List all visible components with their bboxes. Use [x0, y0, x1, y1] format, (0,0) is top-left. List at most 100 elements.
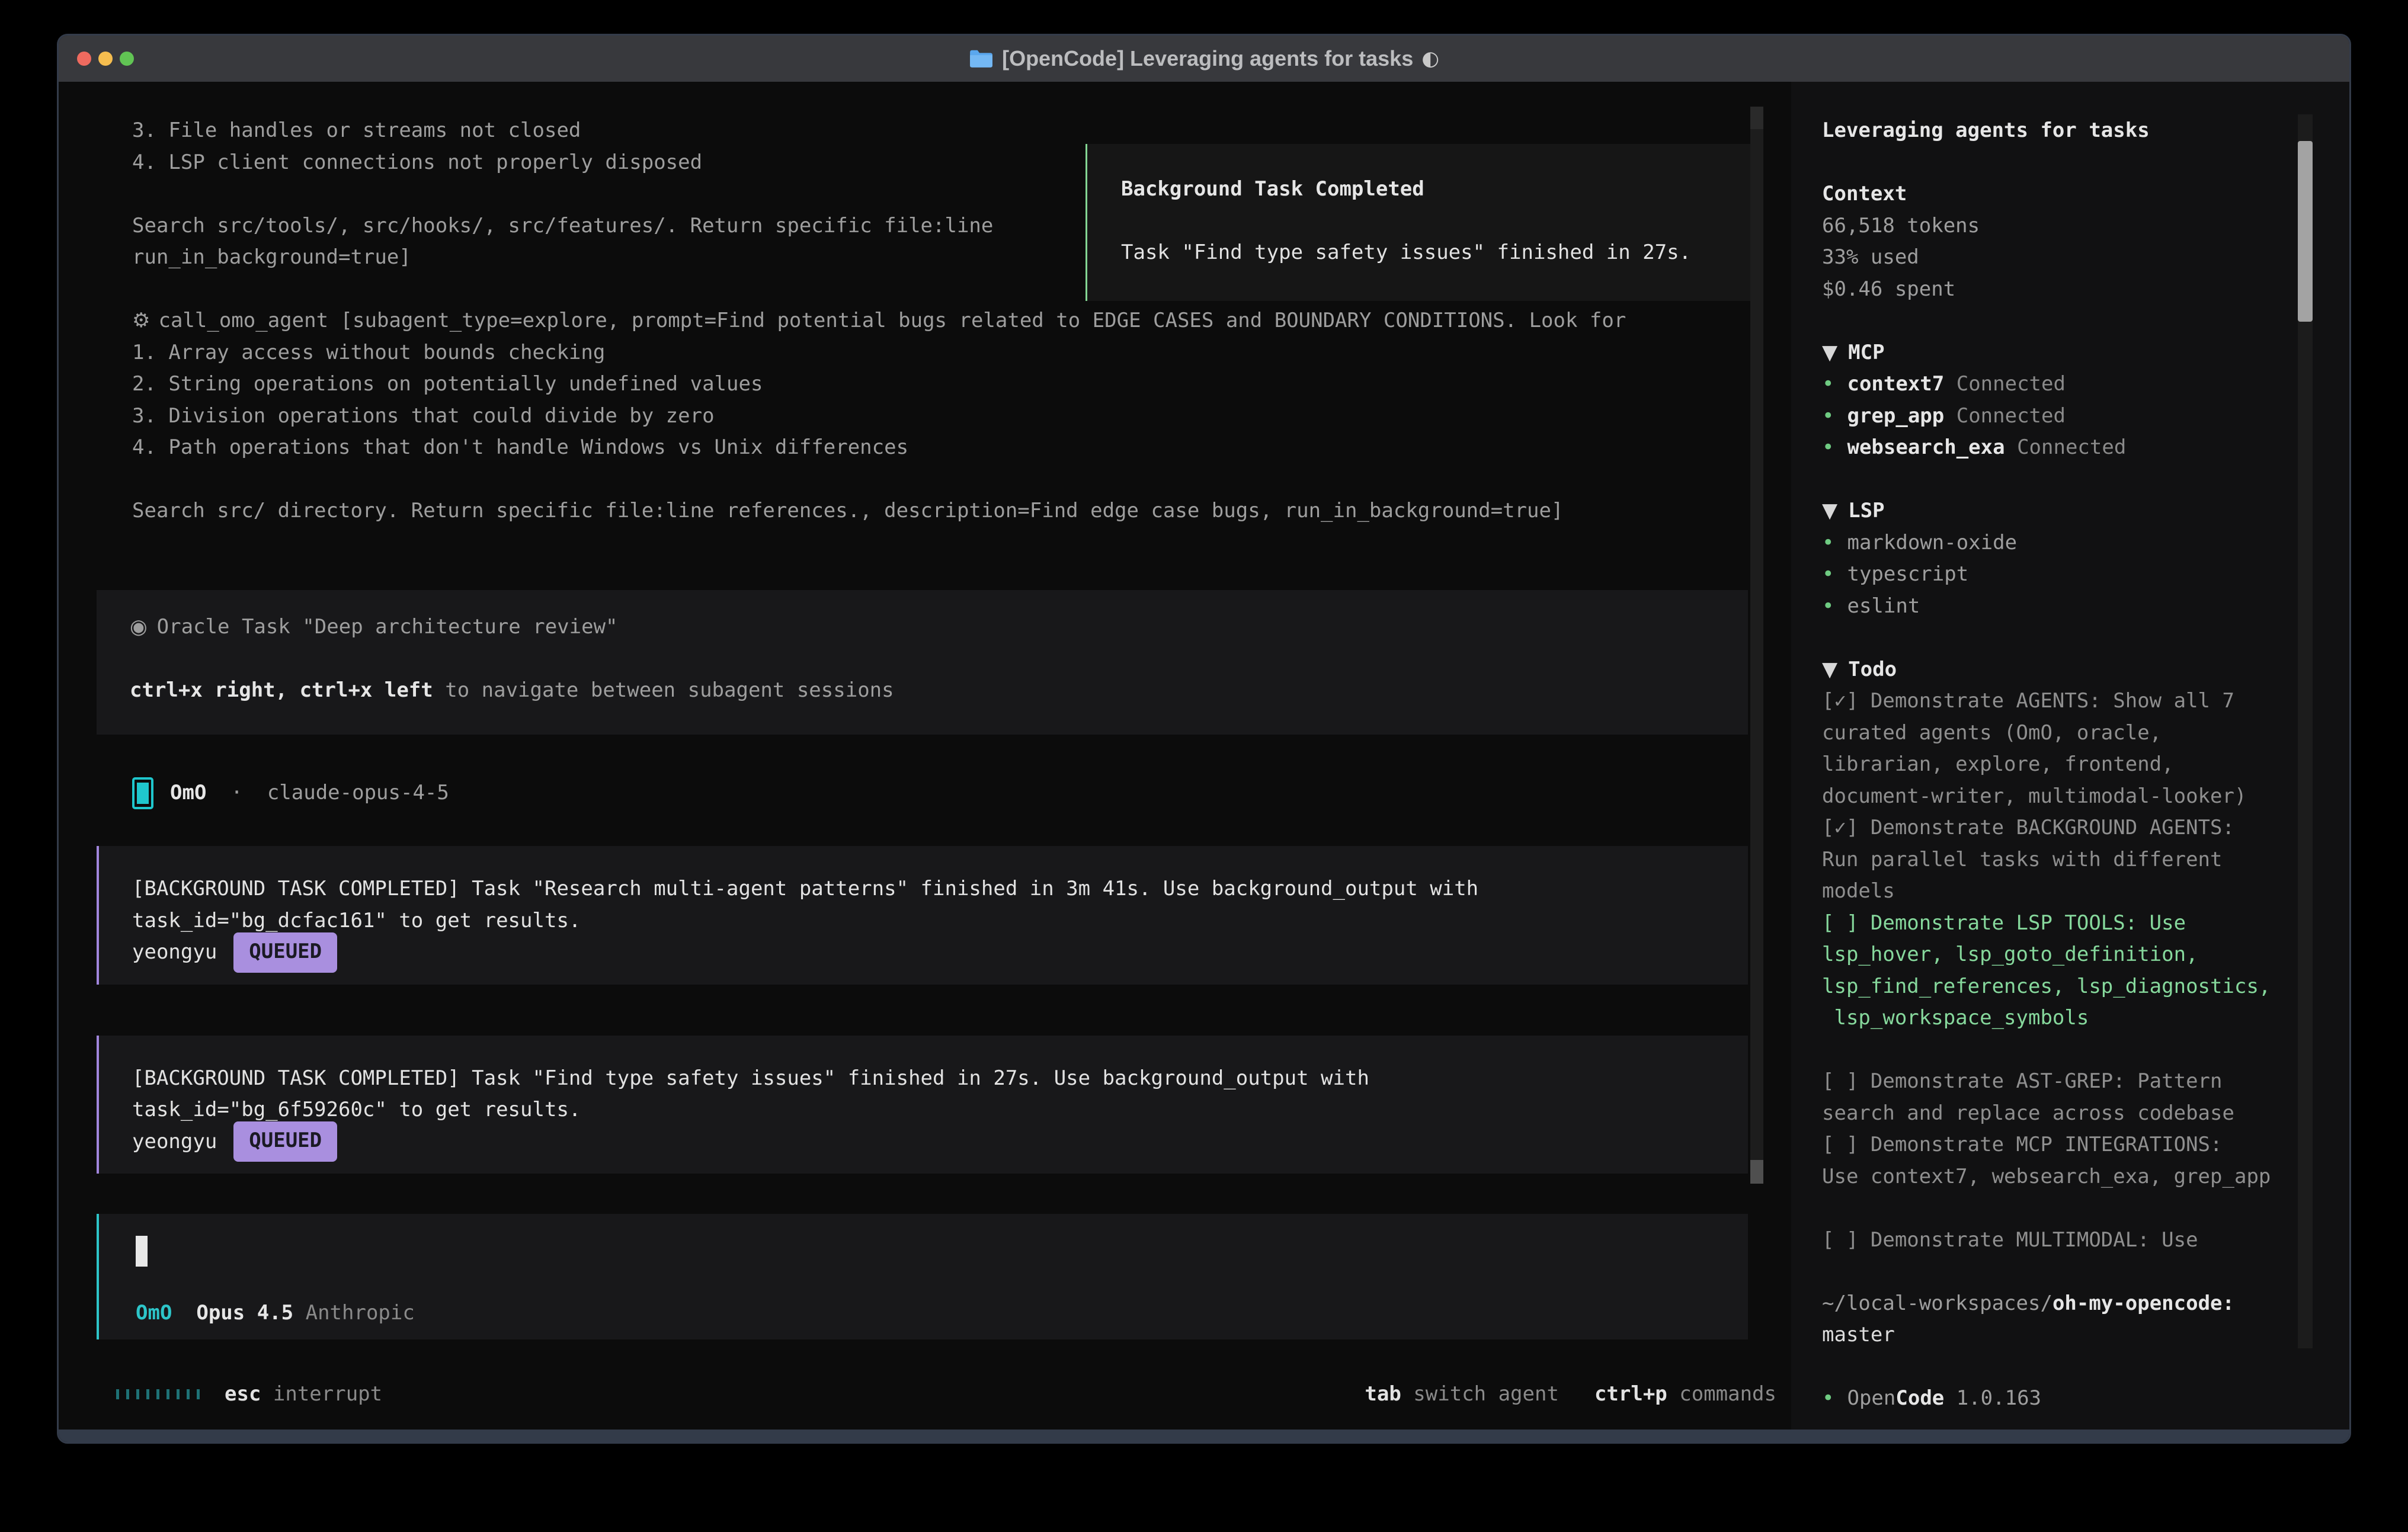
agent-separator: · — [206, 777, 267, 809]
agent-header: OmO · claude-opus-4-5 — [132, 777, 1791, 809]
context-used: 33% used — [1822, 242, 2349, 274]
ctrlp-key-hint: ctrl+p — [1594, 1382, 1667, 1406]
message-text: [BACKGROUND TASK COMPLETED] Task "Find t… — [132, 1063, 1715, 1095]
todo-item-line: librarian, explore, frontend, — [1822, 749, 2349, 781]
blank-line — [1822, 464, 2349, 496]
close-window-button[interactable] — [77, 52, 91, 66]
blank-line — [1822, 305, 2349, 337]
session-state-icon: ◐ — [1421, 47, 1439, 70]
background-task-message: [BACKGROUND TASK COMPLETED] Task "Resear… — [97, 846, 1748, 985]
tool-call-line: ⚙call_omo_agent [subagent_type=explore, … — [132, 305, 1791, 337]
sidebar-scrollbar-thumb[interactable] — [2298, 141, 2313, 322]
workspace-branch: master — [1822, 1319, 2349, 1351]
status-dot-icon: • — [1822, 404, 1834, 428]
sidebar-scrollbar[interactable] — [2298, 114, 2313, 1348]
minimize-window-button[interactable] — [98, 52, 113, 66]
blank-line — [130, 643, 1715, 675]
chevron-down-icon: ▼ — [1822, 499, 1837, 523]
window-bottom-frame — [59, 1430, 2349, 1442]
status-dot-icon: • — [1822, 372, 1834, 396]
todo-item-line: [ ] Demonstrate LSP TOOLS: Use — [1822, 908, 2349, 940]
mcp-item: •grep_app Connected — [1822, 400, 2349, 432]
notification-title: Background Task Completed — [1121, 174, 1759, 206]
lsp-item: •typescript — [1822, 559, 2349, 591]
terminal-line: 4. Path operations that don't handle Win… — [132, 432, 1791, 464]
oracle-task-icon: ◉ — [130, 615, 148, 639]
todo-item-line: [ ] Demonstrate AST-GREP: Pattern — [1822, 1066, 2349, 1098]
tab-key-hint: tab — [1365, 1382, 1401, 1406]
subagent-nav-hint: ctrl+x right, ctrl+x left to navigate be… — [130, 675, 1715, 707]
workspace-path: ~/local-workspaces/oh-my-opencode: — [1822, 1288, 2349, 1320]
lsp-item: •markdown-oxide — [1822, 527, 2349, 559]
terminal-line: 2. String operations on potentially unde… — [132, 368, 1791, 400]
todo-item-line: search and replace across codebase — [1822, 1098, 2349, 1130]
background-task-notification: Background Task Completed Task "Find typ… — [1085, 144, 1761, 301]
todo-item-line: Run parallel tasks with different — [1822, 844, 2349, 876]
message-text: task_id="bg_dcfac161" to get results. — [132, 905, 1715, 937]
chevron-down-icon: ▼ — [1822, 341, 1837, 364]
status-dot-icon: • — [1822, 594, 1834, 618]
lsp-section-header[interactable]: ▼LSP — [1822, 495, 2349, 527]
todo-item-line: lsp_workspace_symbols — [1822, 1002, 2349, 1034]
message-footer: yeongyu QUEUED — [132, 937, 1715, 969]
terminal-line: 3. File handles or streams not closed — [132, 115, 1791, 147]
input-agent-name: OmO — [136, 1301, 172, 1325]
blank-line — [132, 464, 1791, 496]
message-text: task_id="bg_6f59260c" to get results. — [132, 1094, 1715, 1126]
oracle-task-title: Oracle Task "Deep architecture review" — [157, 615, 618, 639]
terminal-main-pane: 3. File handles or streams not closed 4.… — [59, 82, 1791, 1430]
context-tokens: 66,518 tokens — [1822, 210, 2349, 242]
status-dot-icon: • — [1822, 562, 1834, 586]
todo-item-line: models — [1822, 876, 2349, 908]
todo-item-line: Use context7, websearch_exa, grep_app — [1822, 1161, 2349, 1193]
mcp-item: •context7 Connected — [1822, 368, 2349, 400]
terminal-line: 1. Array access without bounds checking — [132, 337, 1791, 369]
conversation-scrollbar[interactable] — [1750, 107, 1763, 1184]
todo-item-line: curated agents (OmO, oracle, — [1822, 717, 2349, 749]
folder-icon — [969, 48, 994, 69]
input-provider-name: Anthropic — [306, 1301, 415, 1325]
app-window: [OpenCode] Leveraging agents for tasks ◐… — [57, 34, 2351, 1444]
todo-item-line: [✓] Demonstrate BACKGROUND AGENTS: — [1822, 812, 2349, 844]
status-dot-icon: • — [1822, 1386, 1834, 1410]
message-author: yeongyu — [132, 1126, 217, 1158]
chevron-down-icon: ▼ — [1822, 658, 1837, 681]
queued-status-badge: QUEUED — [233, 1121, 337, 1162]
scrollbar-thumb-top[interactable] — [1750, 107, 1763, 129]
todo-item-line: lsp_find_references, lsp_diagnostics, — [1822, 971, 2349, 1003]
titlebar: [OpenCode] Leveraging agents for tasks ◐ — [59, 36, 2349, 82]
prompt-input[interactable]: OmO Opus 4.5 Anthropic — [97, 1214, 1748, 1339]
window-title: [OpenCode] Leveraging agents for tasks — [1002, 46, 1413, 71]
todo-item-line: [ ] Demonstrate MULTIMODAL: Use — [1822, 1225, 2349, 1257]
input-model-name: Opus 4.5 — [172, 1301, 305, 1325]
todo-section-header[interactable]: ▼Todo — [1822, 654, 2349, 686]
ctrlp-key-label: commands — [1667, 1382, 1776, 1406]
todo-item-line: document-writer, multimodal-looker) — [1822, 781, 2349, 813]
todo-item-line: lsp_hover, lsp_goto_definition, — [1822, 939, 2349, 971]
message-footer: yeongyu QUEUED — [132, 1126, 1715, 1158]
blank-line — [1121, 206, 1759, 238]
scrollbar-thumb[interactable] — [1750, 1160, 1763, 1184]
mcp-section-header[interactable]: ▼MCP — [1822, 337, 2349, 369]
status-bar: esc interrupt tab switch agent ctrl+p co… — [116, 1378, 1776, 1410]
esc-key-label: interrupt — [261, 1382, 382, 1406]
tab-key-label: switch agent — [1401, 1382, 1559, 1406]
blank-line — [1822, 1351, 2349, 1383]
opencode-version: •OpenCode 1.0.163 — [1822, 1383, 2349, 1415]
omo-agent-icon — [132, 777, 153, 809]
status-dot-icon: • — [1822, 435, 1834, 459]
oracle-task-panel: ◉Oracle Task "Deep architecture review" … — [97, 590, 1748, 735]
message-text: [BACKGROUND TASK COMPLETED] Task "Resear… — [132, 873, 1715, 905]
session-sidebar: Leveraging agents for tasks Context 66,5… — [1791, 82, 2349, 1430]
zoom-window-button[interactable] — [120, 52, 134, 66]
text-cursor — [136, 1236, 148, 1267]
status-dot-icon: • — [1822, 531, 1834, 555]
traffic-lights — [77, 52, 134, 66]
blank-line — [1822, 1034, 2349, 1066]
blank-line — [1822, 1256, 2349, 1288]
esc-key-hint: esc — [225, 1382, 261, 1406]
agent-name: OmO — [170, 777, 206, 809]
blank-line — [1822, 147, 2349, 179]
lsp-item: •eslint — [1822, 591, 2349, 623]
todo-item-line: [✓] Demonstrate AGENTS: Show all 7 — [1822, 685, 2349, 717]
